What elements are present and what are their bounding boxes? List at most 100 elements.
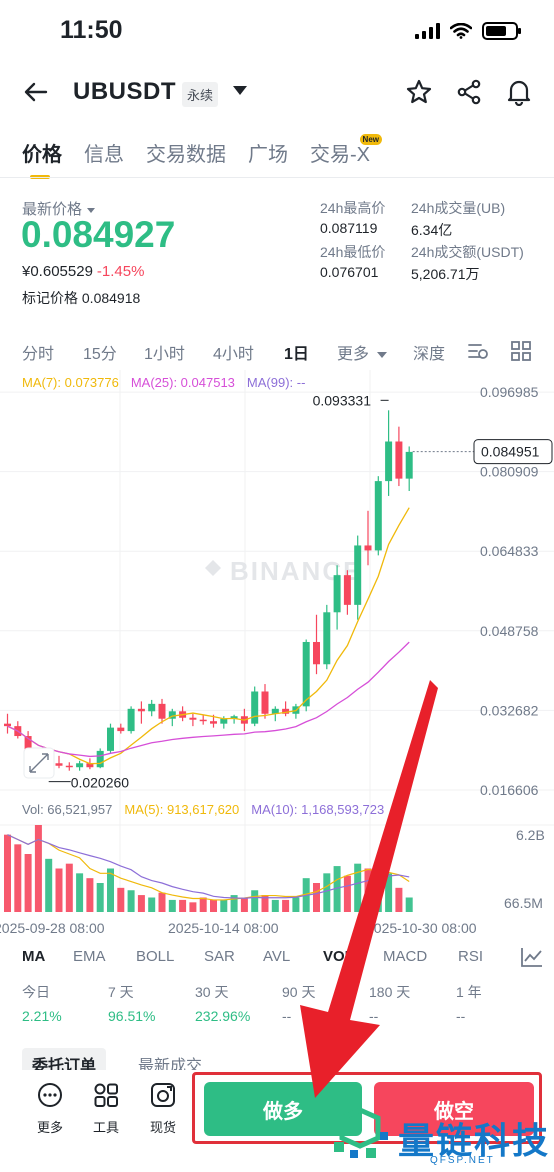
indicator-rsi[interactable]: RSI [458,948,483,965]
interval-1d[interactable]: 1日 [284,340,309,364]
new-badge: New [359,134,382,145]
interval-more-label: 更多 [337,346,370,363]
perf-label-90d: 90 天 [282,984,316,1000]
volume-bar [34,825,42,912]
perf-value-30d: 232.96% [195,1008,251,1024]
tab-square[interactable]: 广场 [248,138,288,167]
candle-body [4,723,11,727]
symbol-dropdown-icon[interactable] [233,86,247,95]
more-label: 更多 [36,1120,63,1135]
interval-line[interactable]: 分时 [22,340,54,364]
volume-bar [179,899,187,912]
tab-info[interactable]: 信息 [84,138,124,167]
volume-bar [148,897,156,912]
candle-body [405,451,413,479]
low-price-label: 0.020260 [71,775,130,791]
ma7-legend: MA(7): 0.073776 [22,375,119,390]
perf-label-180d: 180 天 [369,984,411,1000]
volume-bar [189,902,197,912]
x-tick-label: 2025-09-28 08:00 [0,920,105,936]
symbol-title[interactable]: UBUSDT [73,78,176,106]
volume-bar [14,844,22,912]
volume-bar [282,899,290,912]
perf-label-30d: 30 天 [195,984,229,1000]
mark-price-value: 0.084918 [81,290,141,306]
ma25-line [7,641,410,758]
change-percent: -1.45% [96,263,145,280]
turnover-value: 5,206.71万 [411,266,480,282]
more-button[interactable]: 更多 [28,1082,72,1136]
tab-trading-data[interactable]: 交易数据 [146,138,226,167]
ma99-legend: MA(99): -- [246,375,306,390]
chart-settings-icon[interactable] [467,340,489,362]
candle-body [158,703,166,719]
cny-price-row: ¥0.605529 -1.45% [22,263,144,280]
contract-type-tag: 永续 [182,82,219,107]
perf-value-7d: 96.51% [108,1008,156,1024]
indicator-settings-icon[interactable] [520,946,544,968]
candle-body [127,708,135,732]
volume-bar [199,897,207,912]
star-icon[interactable] [405,78,433,106]
spot-icon [151,1083,175,1107]
volume-label: 24h成交量(UB) [411,200,506,216]
y-tick-label: 0.096985 [480,384,539,400]
depth-tab[interactable]: 深度 [413,340,445,364]
candle-body [189,717,197,720]
indicator-vol[interactable]: VOL [323,948,354,965]
candlestick-chart[interactable]: 0.096985 0.080909 0.064833 0.048758 0.032682… [0,370,554,945]
volume-bar [292,897,300,912]
volume-bar [168,899,176,912]
candle-body [313,641,320,665]
indicator-ema[interactable]: EMA [73,948,106,965]
spot-button[interactable]: 现货 [141,1082,185,1136]
indicator-sar[interactable]: SAR [204,948,235,965]
tab-price[interactable]: 价格 [22,138,62,179]
vol-ma5-legend: MA(5): 913,617,620 [124,802,240,817]
indicator-avl[interactable]: AVL [263,948,290,965]
current-price-label: 0.084951 [481,444,540,460]
volume-bar [55,868,63,912]
interval-more[interactable]: 更多 [337,340,388,364]
bell-icon[interactable] [505,78,533,106]
last-price: 0.084927 [21,214,176,255]
volume-bar [395,887,403,912]
volume-bar [158,892,166,912]
x-tick-label: 2025-10-30 08:00 [366,920,477,936]
signal-icon [415,23,440,39]
indicator-boll[interactable]: BOLL [136,948,174,965]
indicator-ma[interactable]: MA [22,948,45,965]
share-icon[interactable] [455,78,483,106]
candle-body [199,719,207,722]
watermark-subtext: QFSP.NET [430,1155,495,1166]
watermark-logo-icon [334,1108,388,1158]
low-label: 24h最低价 [320,244,386,260]
interval-1h[interactable]: 1小时 [144,340,185,364]
candle-body [96,750,104,768]
indicator-macd[interactable]: MACD [383,948,427,965]
volume-bar [210,899,217,912]
volume-bar [86,878,94,912]
volume-bar [374,880,382,912]
ma25-legend: MA(25): 0.047513 [130,375,235,390]
volume-bar [137,895,145,912]
volume-bar [24,854,32,912]
candle-body [251,691,259,724]
volume-bar [364,868,372,912]
tools-button[interactable]: 工具 [84,1082,128,1136]
interval-15m[interactable]: 15分 [83,340,117,364]
volume-bar [343,875,351,912]
volume-bar [323,873,331,912]
volume-bar [76,873,84,912]
back-arrow-icon[interactable] [22,78,50,106]
binance-watermark: BINANCE [230,556,362,586]
interval-4h[interactable]: 4小时 [213,340,254,364]
candle-body [210,721,217,724]
layout-grid-icon[interactable] [510,340,532,362]
volume-bar [251,890,259,912]
volume-bar [117,887,125,912]
candle-body [364,545,372,551]
tab-trade-x[interactable]: 交易-X New [310,134,382,167]
vol-legend: Vol: 66,521,957 [22,802,113,817]
candle-body [385,441,393,482]
